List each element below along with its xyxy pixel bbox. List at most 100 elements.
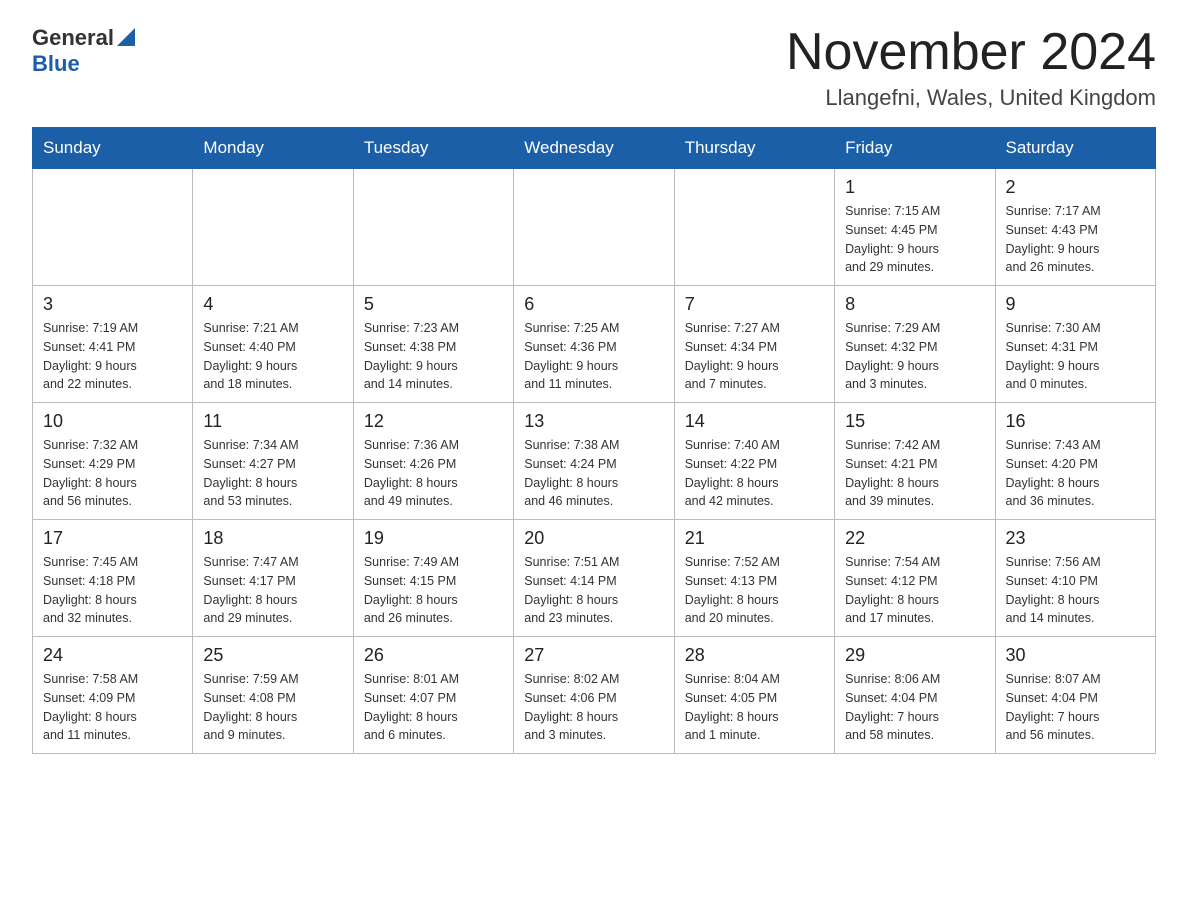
day-info: Sunrise: 7:40 AM Sunset: 4:22 PM Dayligh… [685, 436, 824, 511]
day-number: 10 [43, 411, 182, 432]
weekday-header-monday: Monday [193, 128, 353, 169]
page-header: General Blue November 2024 Llangefni, Wa… [32, 24, 1156, 111]
logo-arrow-icon [117, 24, 135, 51]
day-number: 21 [685, 528, 824, 549]
day-number: 26 [364, 645, 503, 666]
calendar-cell: 23Sunrise: 7:56 AM Sunset: 4:10 PM Dayli… [995, 520, 1155, 637]
day-number: 9 [1006, 294, 1145, 315]
weekday-header-row: SundayMondayTuesdayWednesdayThursdayFrid… [33, 128, 1156, 169]
day-info: Sunrise: 8:01 AM Sunset: 4:07 PM Dayligh… [364, 670, 503, 745]
day-number: 29 [845, 645, 984, 666]
calendar-cell: 28 Sunrise: 8:04 AM Sunset: 4:05 PM Dayli… [674, 637, 834, 754]
day-info: Sunrise: 7:27 AM Sunset: 4:34 PM Dayligh… [685, 319, 824, 394]
week-row-0: 1 Sunrise: 7:15 AM Sunset: 4:45 PM Daylig… [33, 169, 1156, 286]
calendar-cell: 9 Sunrise: 7:30 AM Sunset: 4:31 PM Daylig… [995, 286, 1155, 403]
day-number: 17 [43, 528, 182, 549]
day-info: Sunrise: 8:06 AM Sunset: 4:04 PM Dayligh… [845, 670, 984, 745]
calendar-cell: 7 Sunrise: 7:27 AM Sunset: 4:34 PM Daylig… [674, 286, 834, 403]
calendar-cell [674, 169, 834, 286]
day-number: 8 [845, 294, 984, 315]
day-info: Sunrise: 7:36 AM Sunset: 4:26 PM Dayligh… [364, 436, 503, 511]
calendar-cell: 30 Sunrise: 8:07 AM Sunset: 4:04 PM Dayli… [995, 637, 1155, 754]
day-number: 19 [364, 528, 503, 549]
weekday-header-sunday: Sunday [33, 128, 193, 169]
calendar-cell: 24 Sunrise: 7:58 AM Sunset: 4:09 PM Dayli… [33, 637, 193, 754]
day-number: 24 [43, 645, 182, 666]
day-info: Sunrise: 8:07 AM Sunset: 4:04 PM Dayligh… [1006, 670, 1145, 745]
calendar-cell: 19 Sunrise: 7:49 AM Sunset: 4:15 PM Dayli… [353, 520, 513, 637]
calendar-cell [353, 169, 513, 286]
calendar-cell: 3 Sunrise: 7:19 AM Sunset: 4:41 PM Daylig… [33, 286, 193, 403]
day-number: 13 [524, 411, 663, 432]
day-info: Sunrise: 7:58 AM Sunset: 4:09 PM Dayligh… [43, 670, 182, 745]
weekday-header-tuesday: Tuesday [353, 128, 513, 169]
day-number: 15 [845, 411, 984, 432]
day-info: Sunrise: 7:17 AM Sunset: 4:43 PM Dayligh… [1006, 202, 1145, 277]
day-number: 22 [845, 528, 984, 549]
day-info: Sunrise: 7:54 AM Sunset: 4:12 PM Dayligh… [845, 553, 984, 628]
calendar-cell: 26 Sunrise: 8:01 AM Sunset: 4:07 PM Dayli… [353, 637, 513, 754]
day-number: 6 [524, 294, 663, 315]
day-number: 3 [43, 294, 182, 315]
calendar-cell: 6 Sunrise: 7:25 AM Sunset: 4:36 PM Daylig… [514, 286, 674, 403]
day-info: Sunrise: 7:51 AM Sunset: 4:14 PM Dayligh… [524, 553, 663, 628]
calendar-cell: 25 Sunrise: 7:59 AM Sunset: 4:08 PM Dayli… [193, 637, 353, 754]
title-block: November 2024 Llangefni, Wales, United K… [786, 24, 1156, 111]
weekday-header-saturday: Saturday [995, 128, 1155, 169]
day-info: Sunrise: 7:15 AM Sunset: 4:45 PM Dayligh… [845, 202, 984, 277]
month-title: November 2024 [786, 24, 1156, 81]
day-number: 5 [364, 294, 503, 315]
calendar-cell: 8 Sunrise: 7:29 AM Sunset: 4:32 PM Daylig… [835, 286, 995, 403]
day-number: 12 [364, 411, 503, 432]
calendar-cell: 11 Sunrise: 7:34 AM Sunset: 4:27 PM Dayli… [193, 403, 353, 520]
day-info: Sunrise: 7:32 AM Sunset: 4:29 PM Dayligh… [43, 436, 182, 511]
day-info: Sunrise: 7:49 AM Sunset: 4:15 PM Dayligh… [364, 553, 503, 628]
weekday-header-friday: Friday [835, 128, 995, 169]
calendar-cell: 22 Sunrise: 7:54 AM Sunset: 4:12 PM Dayli… [835, 520, 995, 637]
week-row-3: 17 Sunrise: 7:45 AM Sunset: 4:18 PM Dayli… [33, 520, 1156, 637]
calendar-cell: 20 Sunrise: 7:51 AM Sunset: 4:14 PM Dayli… [514, 520, 674, 637]
day-number: 28 [685, 645, 824, 666]
calendar-table: SundayMondayTuesdayWednesdayThursdayFrid… [32, 127, 1156, 754]
day-info: Sunrise: 7:29 AM Sunset: 4:32 PM Dayligh… [845, 319, 984, 394]
day-number: 11 [203, 411, 342, 432]
location-subtitle: Llangefni, Wales, United Kingdom [786, 85, 1156, 111]
calendar-cell: 14 Sunrise: 7:40 AM Sunset: 4:22 PM Dayli… [674, 403, 834, 520]
day-info: Sunrise: 7:45 AM Sunset: 4:18 PM Dayligh… [43, 553, 182, 628]
day-number: 7 [685, 294, 824, 315]
calendar-cell: 18Sunrise: 7:47 AM Sunset: 4:17 PM Dayli… [193, 520, 353, 637]
day-info: Sunrise: 8:04 AM Sunset: 4:05 PM Dayligh… [685, 670, 824, 745]
day-number: 14 [685, 411, 824, 432]
calendar-cell: 4Sunrise: 7:21 AM Sunset: 4:40 PM Daylig… [193, 286, 353, 403]
calendar-cell: 5Sunrise: 7:23 AM Sunset: 4:38 PM Daylig… [353, 286, 513, 403]
day-number: 25 [203, 645, 342, 666]
calendar-cell: 17 Sunrise: 7:45 AM Sunset: 4:18 PM Dayli… [33, 520, 193, 637]
week-row-2: 10 Sunrise: 7:32 AM Sunset: 4:29 PM Dayli… [33, 403, 1156, 520]
logo-general: General [32, 25, 114, 51]
calendar-cell [193, 169, 353, 286]
calendar-cell: 1 Sunrise: 7:15 AM Sunset: 4:45 PM Daylig… [835, 169, 995, 286]
day-info: Sunrise: 7:30 AM Sunset: 4:31 PM Dayligh… [1006, 319, 1145, 394]
day-info: Sunrise: 7:34 AM Sunset: 4:27 PM Dayligh… [203, 436, 342, 511]
day-number: 30 [1006, 645, 1145, 666]
weekday-header-thursday: Thursday [674, 128, 834, 169]
logo: General Blue [32, 24, 135, 77]
day-info: Sunrise: 7:25 AM Sunset: 4:36 PM Dayligh… [524, 319, 663, 394]
calendar-cell: 15Sunrise: 7:42 AM Sunset: 4:21 PM Dayli… [835, 403, 995, 520]
day-number: 2 [1006, 177, 1145, 198]
day-number: 20 [524, 528, 663, 549]
week-row-4: 24 Sunrise: 7:58 AM Sunset: 4:09 PM Dayli… [33, 637, 1156, 754]
day-info: Sunrise: 7:43 AM Sunset: 4:20 PM Dayligh… [1006, 436, 1145, 511]
day-info: Sunrise: 7:47 AM Sunset: 4:17 PM Dayligh… [203, 553, 342, 628]
calendar-cell: 12 Sunrise: 7:36 AM Sunset: 4:26 PM Dayli… [353, 403, 513, 520]
day-number: 1 [845, 177, 984, 198]
day-number: 23 [1006, 528, 1145, 549]
calendar-cell: 16Sunrise: 7:43 AM Sunset: 4:20 PM Dayli… [995, 403, 1155, 520]
weekday-header-wednesday: Wednesday [514, 128, 674, 169]
calendar-cell: 13Sunrise: 7:38 AM Sunset: 4:24 PM Dayli… [514, 403, 674, 520]
day-info: Sunrise: 7:19 AM Sunset: 4:41 PM Dayligh… [43, 319, 182, 394]
day-info: Sunrise: 7:59 AM Sunset: 4:08 PM Dayligh… [203, 670, 342, 745]
calendar-cell: 2 Sunrise: 7:17 AM Sunset: 4:43 PM Daylig… [995, 169, 1155, 286]
calendar-cell [33, 169, 193, 286]
day-number: 27 [524, 645, 663, 666]
